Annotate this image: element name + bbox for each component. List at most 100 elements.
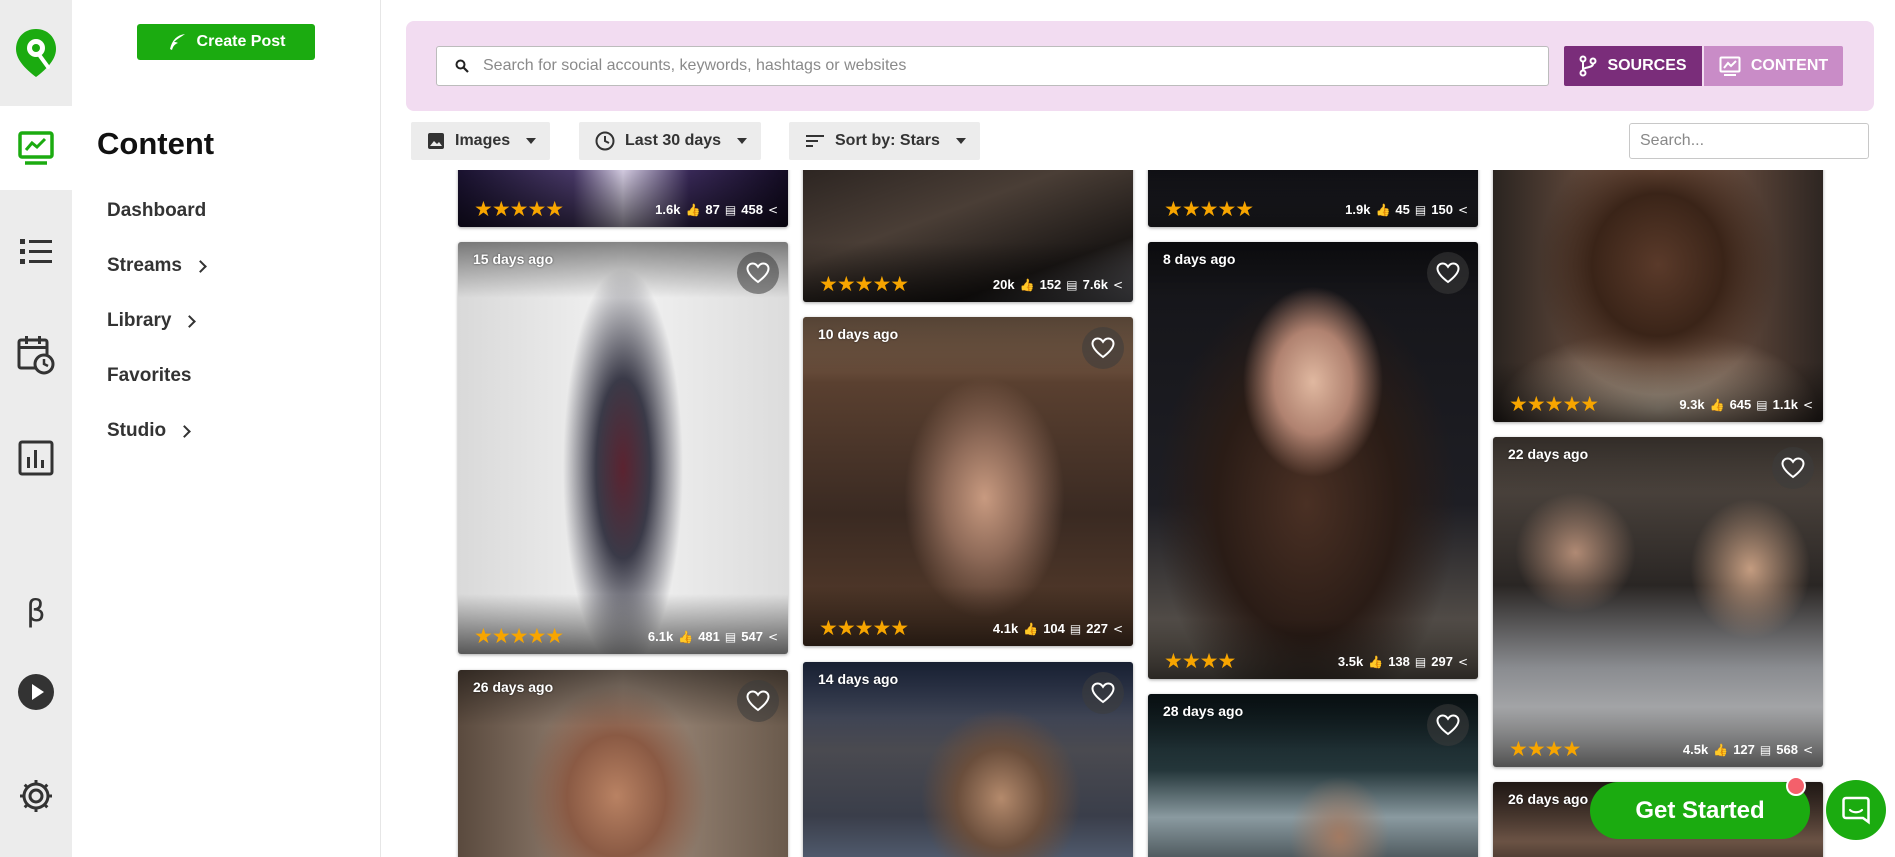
- icon-rail: β: [0, 0, 72, 857]
- comment-icon: ▤: [1066, 277, 1078, 292]
- nav-panel: Create Post Content Dashboard Streams Li…: [72, 0, 381, 857]
- comments-count: 104: [1043, 621, 1065, 636]
- comments-count: 138: [1388, 654, 1410, 669]
- nav-item-label: Favorites: [107, 365, 192, 386]
- streams-list-icon[interactable]: [0, 222, 72, 282]
- branch-icon: [1579, 55, 1597, 77]
- chat-button[interactable]: [1826, 780, 1886, 840]
- shares-count: 150: [1431, 202, 1453, 217]
- content-button[interactable]: CONTENT: [1704, 46, 1843, 86]
- schedule-icon[interactable]: [0, 325, 72, 385]
- shares-count: 568: [1776, 742, 1798, 757]
- sort-dropdown[interactable]: Sort by: Stars: [789, 122, 980, 160]
- grid-search-input[interactable]: [1629, 123, 1869, 159]
- type-filter-dropdown[interactable]: Images: [411, 122, 551, 160]
- nav-item-label: Library: [107, 310, 172, 331]
- content-card[interactable]: 15 days ago ★★★★★ 6.1k 👍 481 ▤ 547 <: [458, 242, 788, 654]
- content-card[interactable]: ★★★★★ 1.9k 👍 45 ▤ 150 <: [1148, 170, 1478, 227]
- favorite-button[interactable]: [737, 680, 779, 722]
- comment-icon: ▤: [724, 629, 737, 644]
- nav-item-streams[interactable]: Streams: [107, 255, 207, 277]
- search-icon: [455, 59, 469, 73]
- comments-count: 87: [705, 202, 720, 217]
- nav-item-studio[interactable]: Studio: [107, 420, 191, 442]
- content-card[interactable]: ★★★★★ 20k 👍 152 ▤ 7.6k <: [803, 170, 1133, 302]
- date-range-dropdown[interactable]: Last 30 days: [579, 122, 762, 160]
- chat-icon: [1842, 796, 1870, 825]
- likes-count: 6.1k: [647, 629, 674, 644]
- favorite-button[interactable]: [1082, 327, 1124, 369]
- post-image: [1148, 242, 1478, 679]
- content-icon[interactable]: [0, 106, 72, 190]
- settings-icon[interactable]: [0, 766, 72, 826]
- chevron-right-icon: [178, 424, 191, 438]
- comment-icon: ▤: [1756, 397, 1768, 412]
- clock-icon: [595, 131, 615, 151]
- nav-item-favorites[interactable]: Favorites: [107, 365, 191, 387]
- search-field[interactable]: [436, 46, 1549, 86]
- star-rating: ★★★★★: [474, 624, 564, 648]
- post-age: 10 days ago: [818, 326, 899, 342]
- date-range-label: Last 30 days: [625, 132, 722, 149]
- search-input[interactable]: [483, 57, 1483, 75]
- share-icon: <: [767, 202, 778, 217]
- favorite-button[interactable]: [1772, 447, 1814, 489]
- beta-icon[interactable]: β: [0, 581, 72, 641]
- post-age: 8 days ago: [1163, 251, 1236, 267]
- nav-item-library[interactable]: Library: [107, 310, 197, 332]
- engagement-stats: 6.1k 👍 481 ▤ 547 <: [648, 629, 778, 644]
- shares-count: 1.1k: [1772, 397, 1798, 412]
- sort-label: Sort by: Stars: [835, 132, 940, 149]
- thumbs-up-icon: 👍: [1709, 397, 1725, 412]
- sources-label: SOURCES: [1607, 57, 1687, 74]
- content-chart-icon: [1719, 56, 1741, 76]
- comment-icon: ▤: [1069, 621, 1082, 636]
- get-started-button[interactable]: Get Started: [1590, 782, 1810, 839]
- share-icon: <: [1112, 621, 1123, 636]
- shares-count: 547: [741, 629, 763, 644]
- play-icon[interactable]: [0, 662, 72, 722]
- share-icon: <: [1112, 277, 1123, 292]
- post-age: 26 days ago: [473, 679, 554, 695]
- heart-icon: [1091, 337, 1115, 359]
- content-card[interactable]: ★★★★★ 1.6k 👍 87 ▤ 458 <: [458, 170, 788, 227]
- content-card[interactable]: ★★★★★ 9.3k 👍 645 ▤ 1.1k <: [1493, 170, 1823, 422]
- star-rating: ★★★★: [1164, 649, 1236, 673]
- analytics-icon[interactable]: [0, 428, 72, 488]
- engagement-stats: 4.5k 👍 127 ▤ 568 <: [1683, 742, 1813, 757]
- thumbs-up-icon: 👍: [1019, 277, 1035, 292]
- post-age: 26 days ago: [1508, 791, 1589, 807]
- likes-count: 4.1k: [992, 621, 1019, 636]
- likes-count: 9.3k: [1679, 397, 1705, 412]
- content-card[interactable]: 28 days ago: [1148, 694, 1478, 857]
- engagement-stats: 9.3k 👍 645 ▤ 1.1k <: [1679, 397, 1813, 412]
- post-age: 28 days ago: [1163, 703, 1244, 719]
- caret-down-icon: [955, 138, 966, 144]
- sources-button[interactable]: SOURCES: [1564, 46, 1702, 86]
- engagement-stats: 4.1k 👍 104 ▤ 227 <: [993, 621, 1123, 636]
- star-rating: ★★★★★: [1509, 392, 1599, 416]
- comments-count: 481: [698, 629, 720, 644]
- type-filter-label: Images: [455, 132, 511, 149]
- quill-icon: [169, 34, 185, 50]
- nav-item-label: Studio: [107, 420, 167, 441]
- nav-item-label: Streams: [107, 255, 182, 276]
- thumbs-up-icon: 👍: [678, 629, 694, 644]
- logo-icon[interactable]: [0, 0, 72, 106]
- content-card[interactable]: 22 days ago ★★★★ 4.5k 👍 127 ▤ 568 <: [1493, 437, 1823, 767]
- favorite-button[interactable]: [1082, 672, 1124, 714]
- post-age: 15 days ago: [473, 251, 554, 267]
- content-card[interactable]: 8 days ago ★★★★ 3.5k 👍 138 ▤ 297 <: [1148, 242, 1478, 679]
- favorite-button[interactable]: [1427, 252, 1469, 294]
- favorite-button[interactable]: [737, 252, 779, 294]
- content-card[interactable]: 10 days ago ★★★★★ 4.1k 👍 104 ▤ 227 <: [803, 317, 1133, 646]
- content-card[interactable]: 14 days ago: [803, 662, 1133, 857]
- create-post-button[interactable]: Create Post: [137, 24, 315, 60]
- content-card[interactable]: 26 days ago: [458, 670, 788, 857]
- nav-item-dashboard[interactable]: Dashboard: [107, 200, 206, 222]
- engagement-stats: 1.9k 👍 45 ▤ 150 <: [1345, 202, 1468, 217]
- post-age: 14 days ago: [818, 671, 899, 687]
- likes-count: 20k: [992, 277, 1015, 292]
- favorite-button[interactable]: [1427, 704, 1469, 746]
- thumbs-up-icon: 👍: [1375, 202, 1391, 217]
